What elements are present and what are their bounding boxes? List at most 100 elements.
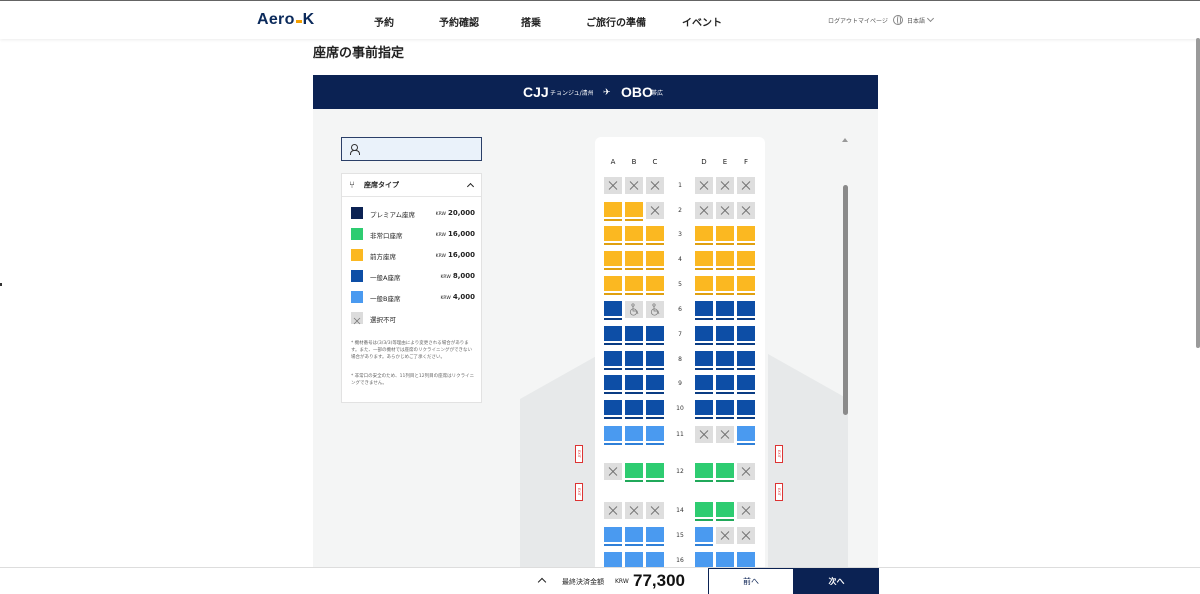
seat-11f[interactable] xyxy=(737,426,755,443)
seat-3a[interactable] xyxy=(604,226,622,243)
chevron-up-icon[interactable] xyxy=(466,182,475,191)
seat-9c[interactable] xyxy=(646,375,664,392)
seat-3e[interactable] xyxy=(716,226,734,243)
seat-3c[interactable] xyxy=(646,226,664,243)
chevron-down-icon[interactable] xyxy=(926,14,935,23)
aerok-logo[interactable]: Aero K xyxy=(257,11,315,29)
seat-4a[interactable] xyxy=(604,251,622,268)
seat-12e[interactable] xyxy=(716,463,734,480)
chevron-up-icon[interactable] xyxy=(537,577,547,587)
seat-2a[interactable] xyxy=(604,202,622,219)
page-scrollbar[interactable] xyxy=(1196,38,1200,348)
logout-link[interactable]: ログアウト xyxy=(828,16,858,25)
seat-4b[interactable] xyxy=(625,251,643,268)
seat-5b[interactable] xyxy=(625,276,643,293)
row-number: 8 xyxy=(678,356,682,363)
seat-4c[interactable] xyxy=(646,251,664,268)
site-header: Aero K 予約 予約確認 搭乗 ご旅行の準備 イベント ログアウト マイページ… xyxy=(0,1,1200,39)
seat-11a[interactable] xyxy=(604,426,622,443)
origin-city: チョンジュ/清州 xyxy=(550,90,594,97)
seat-9e[interactable] xyxy=(716,375,734,392)
seat-7f[interactable] xyxy=(737,326,755,343)
seat-10d[interactable] xyxy=(695,400,713,417)
exit-marker-left-1: EXIT xyxy=(575,445,583,463)
legend-note-1: * 機材番号は(3/3/3)等理由により変更される場合があります。また、一部の機… xyxy=(351,341,473,360)
seat-8d[interactable] xyxy=(695,351,713,368)
prev-button[interactable]: 前へ xyxy=(708,568,794,594)
seat-10c[interactable] xyxy=(646,400,664,417)
seat-4f[interactable] xyxy=(737,251,755,268)
seat-12d[interactable] xyxy=(695,463,713,480)
seat-2b[interactable] xyxy=(625,202,643,219)
nav-boarding[interactable]: 搭乗 xyxy=(521,14,541,29)
seat-6a[interactable] xyxy=(604,301,622,318)
mypage-link[interactable]: マイページ xyxy=(858,16,888,25)
row-number: 4 xyxy=(678,256,682,263)
seat-6f[interactable] xyxy=(737,301,755,318)
seat-3f[interactable] xyxy=(737,226,755,243)
legend-item-general-a: 一般A座席 KRW 8,000 xyxy=(351,270,475,284)
payment-footer: 最終決済金額 KRW 77,300 前へ 次へ xyxy=(0,567,1200,594)
seat-7b[interactable] xyxy=(625,326,643,343)
destination-city: 帯広 xyxy=(651,90,664,97)
nav-travel-prep[interactable]: ご旅行の準備 xyxy=(586,14,646,29)
seat-11c[interactable] xyxy=(646,426,664,443)
seat-5d[interactable] xyxy=(695,276,713,293)
globe-icon xyxy=(893,15,903,25)
seat-8b[interactable] xyxy=(625,351,643,368)
seat-5e[interactable] xyxy=(716,276,734,293)
seat-5f[interactable] xyxy=(737,276,755,293)
seat-10e[interactable] xyxy=(716,400,734,417)
seat-5a[interactable] xyxy=(604,276,622,293)
legend-header[interactable]: ⑂ 座席タイプ xyxy=(342,174,481,197)
scroll-up-arrow[interactable] xyxy=(842,138,848,142)
seat-6d[interactable] xyxy=(695,301,713,318)
seat-7c[interactable] xyxy=(646,326,664,343)
seat-3d[interactable] xyxy=(695,226,713,243)
seat-6e[interactable] xyxy=(716,301,734,318)
row-number: 5 xyxy=(678,281,682,288)
seat-1e xyxy=(716,177,734,194)
seat-14e[interactable] xyxy=(716,502,734,519)
seat-8a[interactable] xyxy=(604,351,622,368)
seat-3b[interactable] xyxy=(625,226,643,243)
seat-7e[interactable] xyxy=(716,326,734,343)
seat-8e[interactable] xyxy=(716,351,734,368)
nav-events[interactable]: イベント xyxy=(682,14,722,29)
nav-reservation-check[interactable]: 予約確認 xyxy=(439,14,479,29)
cross-icon xyxy=(699,181,709,190)
seat-7d[interactable] xyxy=(695,326,713,343)
seat-14f xyxy=(737,502,755,519)
seat-12b[interactable] xyxy=(625,463,643,480)
seat-9b[interactable] xyxy=(625,375,643,392)
next-button[interactable]: 次へ xyxy=(794,568,879,594)
seat-15d[interactable] xyxy=(695,527,713,544)
column-header-f: F xyxy=(743,158,749,166)
seatmap-scrollbar[interactable] xyxy=(843,185,848,415)
nav-reserve[interactable]: 予約 xyxy=(374,14,394,29)
seat-7a[interactable] xyxy=(604,326,622,343)
seat-10b[interactable] xyxy=(625,400,643,417)
exit-marker-right-1: EXIT xyxy=(775,445,783,463)
seat-4e[interactable] xyxy=(716,251,734,268)
seat-5c[interactable] xyxy=(646,276,664,293)
seat-4d[interactable] xyxy=(695,251,713,268)
seat-10a[interactable] xyxy=(604,400,622,417)
seat-9f[interactable] xyxy=(737,375,755,392)
seat-8f[interactable] xyxy=(737,351,755,368)
seat-15b[interactable] xyxy=(625,527,643,544)
passenger-select-input[interactable] xyxy=(341,137,482,161)
seat-2d xyxy=(695,202,713,219)
seat-9d[interactable] xyxy=(695,375,713,392)
seat-12c[interactable] xyxy=(646,463,664,480)
legend-item-front: 前方座席 KRW 16,000 xyxy=(351,249,475,263)
seat-8c[interactable] xyxy=(646,351,664,368)
seat-9a[interactable] xyxy=(604,375,622,392)
route-bar: CJJ チョンジュ/清州 ✈ OBO 帯広 xyxy=(313,75,878,109)
seat-15c[interactable] xyxy=(646,527,664,544)
seat-15a[interactable] xyxy=(604,527,622,544)
seat-11b[interactable] xyxy=(625,426,643,443)
language-selector[interactable]: 日本語 xyxy=(907,16,925,25)
seat-10f[interactable] xyxy=(737,400,755,417)
seat-14d[interactable] xyxy=(695,502,713,519)
